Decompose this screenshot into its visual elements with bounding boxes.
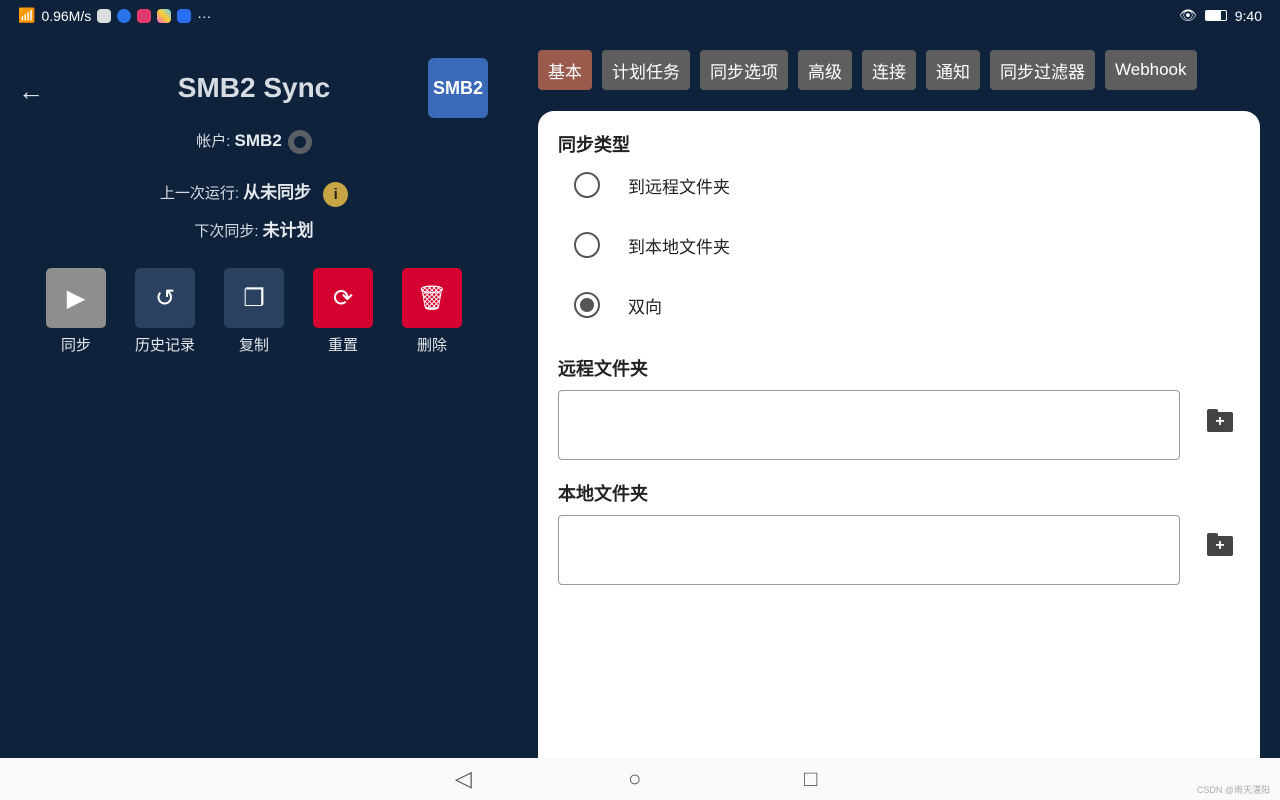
next-sync-row: 下次同步: 未计划: [0, 216, 508, 241]
nav-recents-icon[interactable]: □: [804, 766, 817, 792]
tab-schedule[interactable]: 计划任务: [602, 50, 690, 90]
navigation-bar: ◁ ○ □ CSDN @雨天湛阳: [0, 758, 1280, 800]
folder-add-icon[interactable]: +: [1207, 409, 1233, 432]
wifi-icon: 📶: [18, 7, 36, 23]
clock: 9:40: [1234, 7, 1262, 24]
network-speed: 0.96M/s: [41, 7, 92, 24]
account-value: SMB2: [234, 131, 282, 150]
sync-type-title: 同步类型: [558, 135, 630, 155]
battery-icon: [1204, 10, 1227, 21]
last-run-value: 从未同步: [243, 183, 312, 202]
radio-label: 双向: [628, 297, 662, 317]
more-notifications: ···: [197, 7, 212, 24]
app-icon: [157, 8, 172, 23]
radio-to-remote[interactable]: 到远程文件夹: [574, 172, 730, 198]
copy-label: 复制: [238, 337, 269, 354]
play-icon: ▶: [46, 268, 106, 328]
trash-icon: 🗑: [402, 268, 462, 328]
next-sync-value: 未计划: [262, 221, 314, 240]
gear-icon[interactable]: [287, 130, 312, 155]
bulb-icon: [177, 8, 192, 23]
watermark: CSDN @雨天湛阳: [1196, 785, 1270, 795]
copy-button[interactable]: ❐ 复制: [224, 268, 284, 355]
history-label: 历史记录: [134, 337, 195, 354]
nav-back-icon[interactable]: ◁: [455, 766, 472, 792]
next-sync-label: 下次同步:: [194, 223, 259, 240]
reset-label: 重置: [327, 337, 358, 354]
app-icon: [97, 8, 112, 23]
protocol-badge: SMB2: [428, 58, 488, 118]
app-icon: [137, 8, 152, 23]
radio-label: 到远程文件夹: [628, 177, 730, 197]
radio-bidirectional[interactable]: 双向: [574, 292, 662, 318]
copy-icon: ❐: [224, 268, 284, 328]
history-button[interactable]: ↺ 历史记录: [135, 268, 195, 355]
tab-connection[interactable]: 连接: [862, 50, 916, 90]
remote-folder-title: 远程文件夹: [558, 359, 648, 379]
tab-sync-filters[interactable]: 同步过滤器: [990, 50, 1095, 90]
tab-webhook[interactable]: Webhook: [1105, 50, 1197, 90]
radio-label: 到本地文件夹: [628, 237, 730, 257]
nav-home-icon[interactable]: ○: [628, 766, 641, 792]
folder-add-icon[interactable]: +: [1207, 533, 1233, 556]
history-icon: ↺: [135, 268, 195, 328]
local-folder-input[interactable]: [558, 515, 1180, 585]
sync-button[interactable]: ▶ 同步: [46, 268, 106, 355]
radio-to-local[interactable]: 到本地文件夹: [574, 232, 730, 258]
delete-label: 删除: [416, 337, 447, 354]
eye-icon: 👁: [1178, 7, 1197, 23]
account-label: 帐户:: [196, 133, 231, 150]
delete-button[interactable]: 🗑 删除: [402, 268, 462, 355]
cloud-icon: [117, 8, 132, 23]
tab-notifications[interactable]: 通知: [926, 50, 980, 90]
tab-bar: 基本 计划任务 同步选项 高级 连接 通知 同步过滤器 Webhook: [538, 50, 1197, 90]
status-bar: 📶 0.96M/s ··· 👁 9:40: [0, 0, 1280, 30]
tab-basic[interactable]: 基本: [538, 50, 592, 90]
reset-icon: ⟳: [313, 268, 373, 328]
sync-label: 同步: [60, 337, 91, 354]
basic-settings-panel: 同步类型 到远程文件夹 到本地文件夹 双向 远程文件夹 + 本地文件夹 +: [538, 111, 1260, 771]
tab-sync-options[interactable]: 同步选项: [700, 50, 788, 90]
local-folder-title: 本地文件夹: [558, 484, 648, 504]
tab-advanced[interactable]: 高级: [798, 50, 852, 90]
last-run-row: 上一次运行: 从未同步 i: [0, 178, 508, 207]
reset-button[interactable]: ⟳ 重置: [313, 268, 373, 355]
last-run-label: 上一次运行:: [159, 185, 239, 202]
remote-folder-input[interactable]: [558, 390, 1180, 460]
info-icon[interactable]: i: [323, 181, 349, 207]
account-row: 帐户: SMB2: [0, 130, 508, 155]
